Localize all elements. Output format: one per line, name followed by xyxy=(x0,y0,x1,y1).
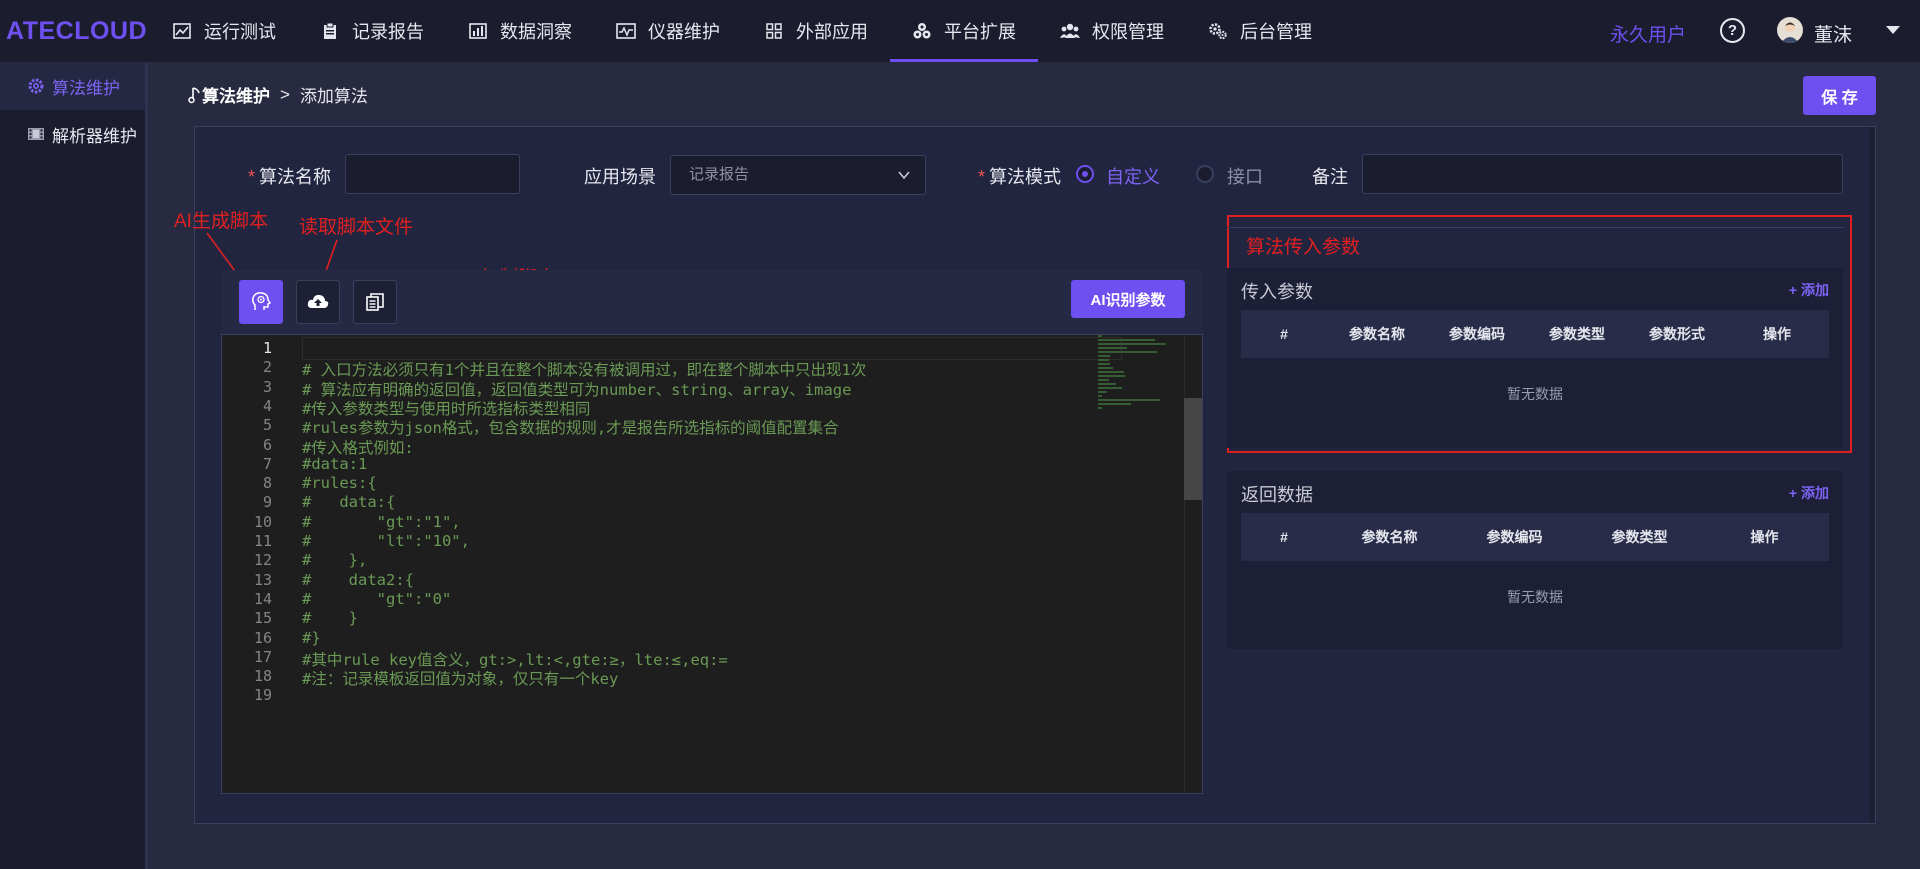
line-number: 6 xyxy=(262,435,272,454)
line-number: 17 xyxy=(253,647,272,666)
current-line-highlight xyxy=(302,337,1122,360)
minimap-line xyxy=(1098,371,1124,373)
column-header: 参数编码 xyxy=(1486,529,1543,545)
line-number: 19 xyxy=(253,686,272,705)
code-line: #} xyxy=(302,628,321,647)
column-header: 参数形式 xyxy=(1649,326,1705,342)
minimap-line xyxy=(1098,359,1109,361)
column-header: 参数名称 xyxy=(1349,326,1405,342)
minimap-line xyxy=(1098,363,1110,365)
line-number-gutter: 1 2 3 4 5 6 7 8 9 10 11 12 13 14 15 16 17 18 19 xyxy=(222,335,284,793)
editor-scrollbar-thumb[interactable] xyxy=(1184,398,1202,500)
minimap-line xyxy=(1098,355,1110,357)
minimap-line xyxy=(1098,395,1102,397)
line-number: 7 xyxy=(262,454,272,473)
minimap-line xyxy=(1098,391,1107,393)
input-params-title: 传入参数 xyxy=(1241,282,1313,302)
line-number: 4 xyxy=(262,396,272,415)
code-editor[interactable]: 1 2 3 4 5 6 7 8 9 10 11 12 13 14 15 16 17 18 19 # 入口方法必须只有… xyxy=(221,334,1203,794)
column-header: 操作 xyxy=(1750,529,1779,545)
minimap-line xyxy=(1098,351,1157,353)
column-header: 参数编码 xyxy=(1449,326,1505,342)
minimap-line xyxy=(1098,367,1113,369)
return-data-panel: 返回数据 + 添加 # 参数名称 参数编码 参数类型 操作 暂无数据 xyxy=(1227,471,1843,649)
column-header: # xyxy=(1280,326,1288,342)
code-line: # "gt":"0" xyxy=(302,589,452,608)
code-line: # "lt":"10", xyxy=(302,532,470,550)
minimap-line xyxy=(1098,387,1122,389)
input-params-add-button[interactable]: + 添加 xyxy=(1789,280,1829,300)
code-line: # data:{ xyxy=(302,493,396,512)
minimap-line xyxy=(1098,407,1102,409)
line-number: 11 xyxy=(253,532,272,550)
copy-icon xyxy=(366,293,384,311)
return-data-empty-text: 暂无数据 xyxy=(1507,589,1563,605)
column-header: 参数类型 xyxy=(1611,529,1668,545)
minimap-line xyxy=(1098,399,1160,401)
copy-script-button[interactable] xyxy=(353,280,397,324)
code-line: # data2:{ xyxy=(302,570,414,589)
code-line: #注：记录模板返回值为对象，仅只有一个key xyxy=(302,670,619,689)
code-line: # } xyxy=(302,609,358,628)
minimap-line xyxy=(1098,375,1125,377)
column-header: 参数类型 xyxy=(1549,326,1605,342)
minimap-line xyxy=(1098,379,1109,381)
ai-identify-params-button[interactable]: AI识别参数 xyxy=(1071,280,1185,318)
input-params-table-header: # 参数名称 参数编码 参数类型 参数形式 操作 xyxy=(1241,310,1829,358)
line-number: 8 xyxy=(262,474,272,493)
line-number: 14 xyxy=(253,589,272,608)
code-line: # }, xyxy=(302,551,368,570)
code-line: #data:1 xyxy=(302,454,368,473)
ai-generate-button[interactable] xyxy=(239,280,283,324)
minimap-line xyxy=(1098,339,1155,341)
minimap-line xyxy=(1098,343,1166,345)
return-data-table-header: # 参数名称 参数编码 参数类型 操作 xyxy=(1241,513,1829,561)
column-header: 操作 xyxy=(1763,326,1791,342)
return-data-add-button[interactable]: + 添加 xyxy=(1789,483,1829,503)
line-number: 15 xyxy=(253,609,272,628)
column-header: 参数名称 xyxy=(1361,529,1418,545)
code-line: #rules:{ xyxy=(302,474,377,493)
line-number: 13 xyxy=(253,570,272,589)
ai-brain-icon xyxy=(252,292,272,310)
line-number: 10 xyxy=(253,512,272,531)
line-number: 5 xyxy=(262,416,272,435)
line-number: 2 xyxy=(262,358,272,377)
annotation-input-params: 算法传入参数 xyxy=(1246,237,1361,258)
code-line: # "gt":"1", xyxy=(302,512,461,531)
minimap-line xyxy=(1098,347,1127,349)
line-number: 3 xyxy=(262,377,272,396)
line-number: 1 xyxy=(262,339,272,357)
read-file-button[interactable] xyxy=(296,280,340,324)
line-number: 18 xyxy=(253,667,272,686)
editor-minimap[interactable] xyxy=(1098,335,1188,445)
cloud-upload-icon xyxy=(307,294,329,308)
column-header: # xyxy=(1280,529,1288,545)
line-number: 12 xyxy=(253,551,272,570)
return-data-title: 返回数据 xyxy=(1241,485,1313,505)
minimap-line xyxy=(1098,383,1116,385)
minimap-line xyxy=(1098,403,1131,405)
line-number: 16 xyxy=(253,628,272,647)
line-number: 9 xyxy=(262,493,272,512)
minimap-line xyxy=(1098,335,1102,337)
input-params-panel: 传入参数 + 添加 # 参数名称 参数编码 参数类型 参数形式 操作 暂无数据 xyxy=(1227,268,1843,448)
divider xyxy=(1227,227,1843,228)
input-params-empty-text: 暂无数据 xyxy=(1507,386,1563,402)
